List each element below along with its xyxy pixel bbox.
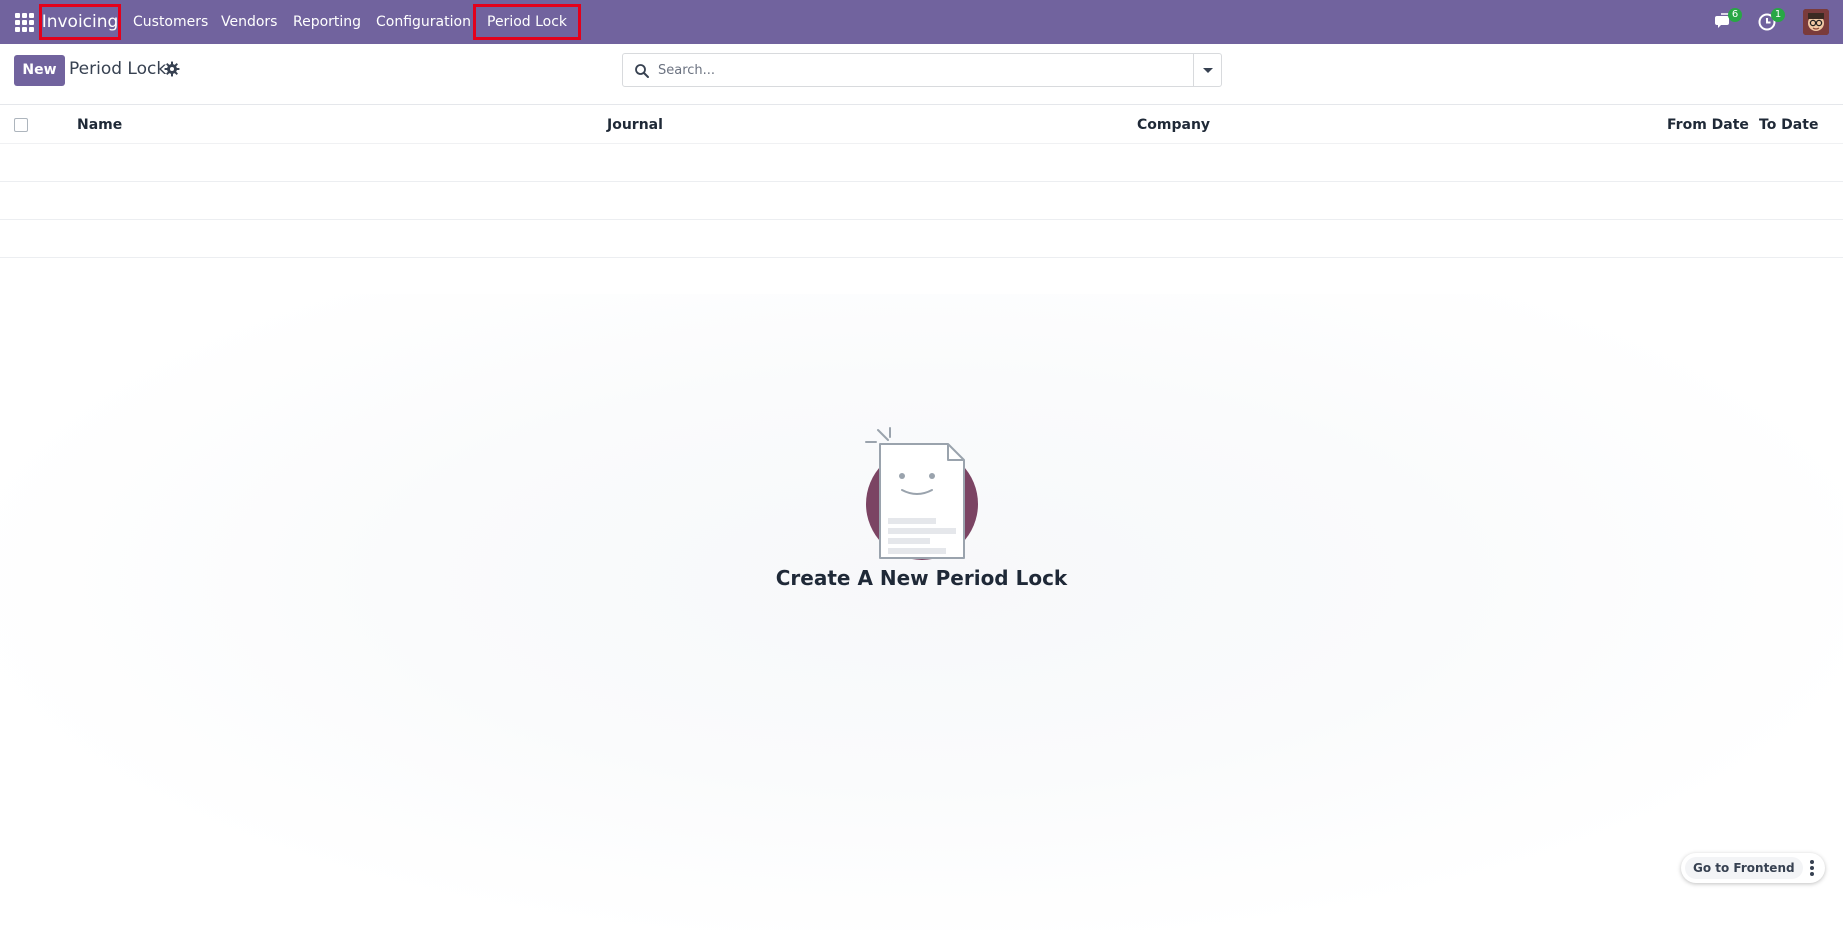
menu-customers[interactable]: Customers [133,0,208,44]
column-journal[interactable]: Journal [607,105,663,145]
go-to-frontend-button[interactable]: Go to Frontend [1685,857,1803,879]
list-header: Name Journal Company From Date To Date [0,104,1843,144]
empty-row [0,258,1843,296]
gear-icon[interactable] [164,61,180,77]
search-options-toggle[interactable] [1193,53,1222,87]
menu-period-lock[interactable]: Period Lock [473,4,582,40]
empty-row [0,182,1843,220]
messages-badge: 6 [1728,8,1742,22]
search-box [622,53,1222,87]
activities-badge: 1 [1771,8,1785,22]
app-brand[interactable]: Invoicing [39,4,121,40]
select-all-checkbox[interactable] [14,118,28,132]
search-input[interactable] [658,54,1208,86]
empty-row [0,144,1843,182]
menu-vendors[interactable]: Vendors [221,0,277,44]
user-avatar[interactable] [1803,9,1829,35]
search-icon [635,64,649,78]
kebab-icon[interactable] [1803,856,1821,880]
menu-configuration[interactable]: Configuration [376,0,471,44]
column-company[interactable]: Company [1137,105,1210,145]
new-button[interactable]: New [14,55,65,86]
empty-state-title: Create A New Period Lock [775,566,1068,590]
column-name[interactable]: Name [77,105,122,145]
column-from-date[interactable]: From Date [1667,105,1749,145]
top-navbar: Invoicing Customers Vendors Reporting Co… [0,0,1843,44]
apps-grid-icon[interactable] [14,12,34,32]
empty-state-background [0,294,1843,930]
page-title: Period Lock [69,59,167,79]
column-to-date[interactable]: To Date [1759,105,1818,145]
frontend-toolbar: Go to Frontend [1681,853,1825,883]
menu-reporting[interactable]: Reporting [293,0,361,44]
empty-row [0,220,1843,258]
empty-document-illustration [865,427,978,560]
